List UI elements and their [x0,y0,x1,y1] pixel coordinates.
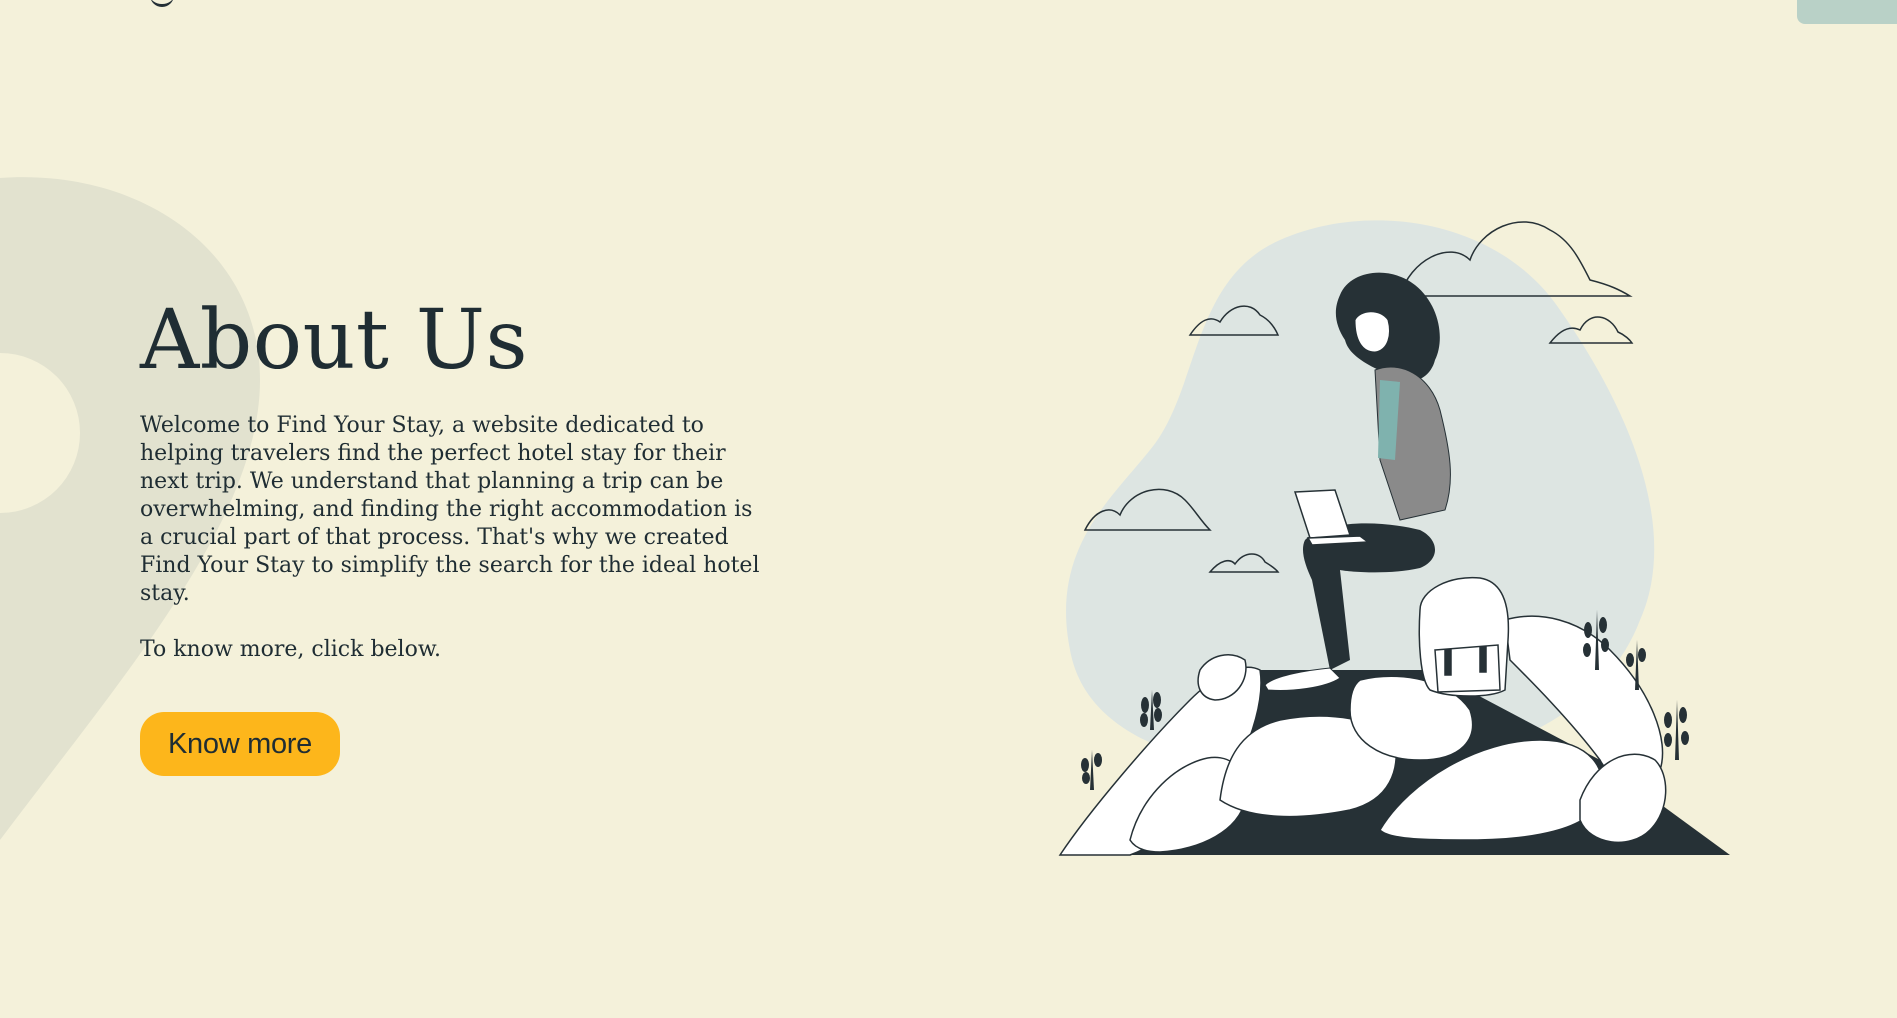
about-description: Welcome to Find Your Stay, a website ded… [140,413,760,606]
corner-decoration [1797,0,1897,24]
know-more-button[interactable]: Know more [140,712,340,776]
woman-on-rocks-illustration-icon [1058,220,1730,856]
about-section: About Us Welcome to Find Your Stay, a we… [140,300,760,776]
about-page: About Us Welcome to Find Your Stay, a we… [0,0,1897,1018]
page-title: About Us [140,293,529,388]
cta-text: To know more, click below. [140,637,442,662]
